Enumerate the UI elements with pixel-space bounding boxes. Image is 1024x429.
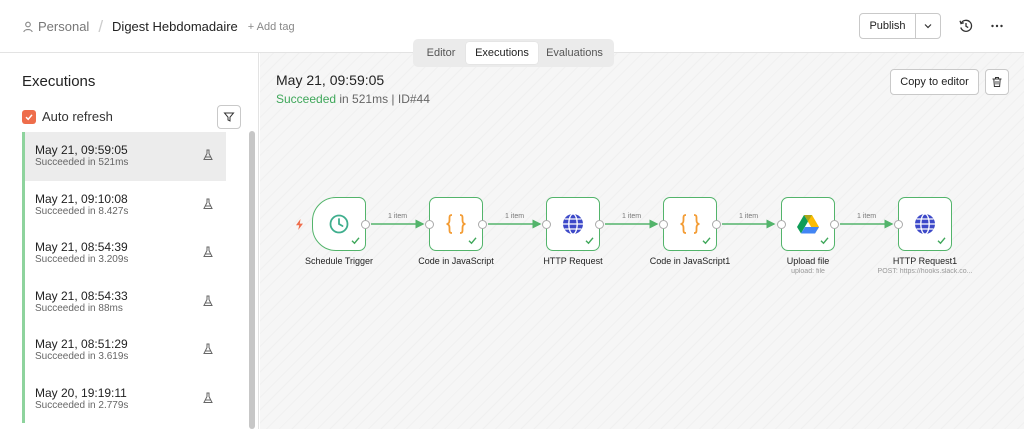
execution-time: May 20, 19:19:11 xyxy=(35,385,127,400)
execution-time: May 21, 09:59:05 xyxy=(35,143,128,157)
add-tag-button[interactable]: + Add tag xyxy=(248,21,295,33)
node-label: HTTP Request1 xyxy=(892,256,958,266)
node-code-in-javascript[interactable] xyxy=(425,197,487,251)
success-check-icon xyxy=(702,237,711,245)
execution-status: Succeeded in 8.427s xyxy=(35,205,129,217)
publish-button[interactable]: Publish xyxy=(860,14,916,38)
execution-time: May 21, 08:51:29 xyxy=(35,337,128,351)
node-subtitle: upload: file xyxy=(791,268,825,275)
flask-icon[interactable] xyxy=(202,198,214,210)
project-link[interactable]: Personal xyxy=(38,19,89,34)
more-options-icon[interactable] xyxy=(989,18,1005,34)
connection-item-count: 1 item xyxy=(505,213,525,220)
output-port[interactable] xyxy=(595,220,604,229)
view-tabs: Editor Executions Evaluations xyxy=(413,39,614,67)
execution-status: Succeeded in 3.619s xyxy=(35,351,129,362)
connection-item-count: 1 item xyxy=(739,213,759,220)
flask-icon[interactable] xyxy=(202,392,214,404)
success-check-icon xyxy=(585,237,594,245)
node-code-in-javascript1[interactable] xyxy=(659,197,721,251)
execution-list-item[interactable]: May 20, 19:19:11 Succeeded in 2.779s xyxy=(22,374,226,423)
execution-status: Succeeded in 521ms xyxy=(35,157,129,168)
clock-icon xyxy=(329,214,349,234)
execution-status: Succeeded in 88ms xyxy=(35,302,123,314)
execution-list-item[interactable]: May 21, 09:59:05 Succeeded in 521ms xyxy=(22,132,226,181)
output-port[interactable] xyxy=(361,220,370,229)
history-icon[interactable] xyxy=(958,18,974,34)
node-label: HTTP Request xyxy=(543,256,603,266)
execution-status: Succeeded in 3.209s xyxy=(35,254,129,265)
workflow-canvas[interactable]: May 21, 09:59:05 Succeeded in 521ms | ID… xyxy=(260,53,1024,429)
execution-time: May 21, 09:10:08 xyxy=(35,191,128,206)
flask-icon[interactable] xyxy=(202,149,214,161)
check-icon xyxy=(25,113,33,120)
auto-refresh-toggle[interactable]: Auto refresh xyxy=(22,109,113,124)
node-schedule-trigger[interactable] xyxy=(312,197,370,251)
output-port[interactable] xyxy=(712,220,721,229)
workflow-title[interactable]: Digest Hebdomadaire xyxy=(112,19,238,34)
success-check-icon xyxy=(820,237,829,245)
node-http-request[interactable] xyxy=(542,197,604,251)
input-port[interactable] xyxy=(542,220,551,229)
tab-executions[interactable]: Executions xyxy=(466,42,538,64)
breadcrumb: Personal / Digest Hebdomadaire + Add tag xyxy=(22,0,295,53)
code-braces-icon xyxy=(680,214,700,234)
execution-list-item[interactable]: May 21, 08:54:33 Succeeded in 88ms xyxy=(22,277,226,326)
success-check-icon xyxy=(351,237,360,245)
chevron-down-icon xyxy=(924,24,932,29)
flask-icon[interactable] xyxy=(202,343,214,355)
execution-time: May 21, 08:54:33 xyxy=(35,288,128,303)
execution-list-item[interactable]: May 21, 08:51:29 Succeeded in 3.619s xyxy=(22,326,226,375)
node-label: Code in JavaScript1 xyxy=(649,256,731,266)
globe-icon xyxy=(915,213,935,235)
success-check-icon xyxy=(937,237,946,245)
node-label: Code in JavaScript xyxy=(418,256,494,266)
code-braces-icon xyxy=(446,214,466,234)
node-subtitle: POST: https://hooks.slack.co... xyxy=(877,268,973,275)
trigger-bolt-icon xyxy=(296,219,303,230)
tab-evaluations[interactable]: Evaluations xyxy=(538,42,611,64)
input-port[interactable] xyxy=(425,220,434,229)
output-port[interactable] xyxy=(478,220,487,229)
node-http-request1[interactable] xyxy=(894,197,952,251)
execution-list-item[interactable]: May 21, 09:10:08 Succeeded in 8.427s xyxy=(22,180,226,229)
connection-item-count: 1 item xyxy=(622,213,642,220)
executions-sidebar: Executions Auto refresh May 21, 09:59:05… xyxy=(0,53,259,429)
google-drive-icon xyxy=(797,215,819,234)
flask-icon[interactable] xyxy=(202,246,214,258)
success-check-icon xyxy=(468,237,477,245)
node-label: Schedule Trigger xyxy=(304,256,374,266)
tab-editor[interactable]: Editor xyxy=(416,42,466,64)
globe-icon xyxy=(563,213,583,235)
execution-list: May 21, 09:59:05 Succeeded in 521ms May … xyxy=(22,132,226,423)
sidebar-title: Executions xyxy=(22,73,96,90)
filter-icon xyxy=(223,112,235,122)
input-port[interactable] xyxy=(894,220,903,229)
flask-icon[interactable] xyxy=(202,295,214,307)
person-icon xyxy=(23,21,33,32)
connection-item-count: 1 item xyxy=(857,213,877,220)
input-port[interactable] xyxy=(777,220,786,229)
execution-time: May 21, 08:54:39 xyxy=(35,240,128,254)
connection-item-count: 1 item xyxy=(388,213,408,220)
execution-status: Succeeded in 2.779s xyxy=(35,399,129,411)
filter-button[interactable] xyxy=(217,105,241,129)
input-port[interactable] xyxy=(659,220,668,229)
publish-group: Publish xyxy=(859,13,941,39)
output-port[interactable] xyxy=(830,220,839,229)
node-label: Upload file xyxy=(786,256,830,266)
execution-list-item[interactable]: May 21, 08:54:39 Succeeded in 3.209s xyxy=(22,229,226,278)
node-upload-file[interactable] xyxy=(777,197,839,251)
breadcrumb-separator: / xyxy=(98,16,104,36)
sidebar-scrollbar[interactable] xyxy=(249,131,255,429)
auto-refresh-checkbox[interactable] xyxy=(22,109,36,124)
auto-refresh-label: Auto refresh xyxy=(42,109,113,124)
publish-dropdown-button[interactable] xyxy=(916,14,940,38)
